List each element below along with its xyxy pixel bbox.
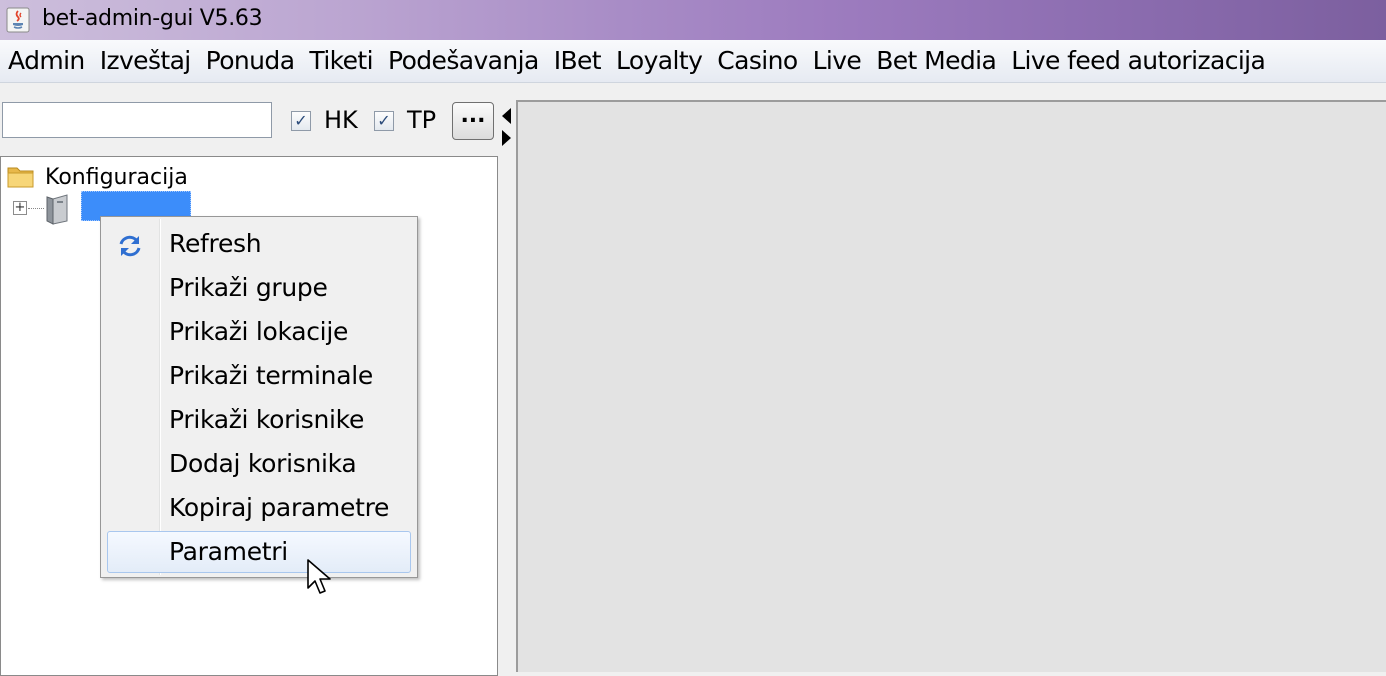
menu-bet-media[interactable]: Bet Media xyxy=(868,40,1003,82)
java-icon[interactable] xyxy=(6,7,30,33)
title-bar: bet-admin-gui V5.63 xyxy=(0,0,1386,40)
menu-izvestaj[interactable]: Izveštaj xyxy=(92,40,198,82)
menu-refresh-label: Refresh xyxy=(169,229,262,258)
tree-expander[interactable]: + xyxy=(13,201,27,215)
menu-parametri[interactable]: Parametri xyxy=(107,531,411,573)
menu-refresh[interactable]: Refresh xyxy=(107,223,411,265)
menu-admin[interactable]: Admin xyxy=(0,40,92,82)
refresh-icon xyxy=(119,235,141,257)
menu-loyalty[interactable]: Loyalty xyxy=(608,40,709,82)
hk-label: HK xyxy=(324,106,358,134)
menu-podesavanja[interactable]: Podešavanja xyxy=(380,40,546,82)
menu-kopiraj-parametre-label: Kopiraj parametre xyxy=(169,493,390,522)
menu-live[interactable]: Live xyxy=(805,40,869,82)
menu-ponuda[interactable]: Ponuda xyxy=(198,40,302,82)
tree-root-label: Konfiguracija xyxy=(45,165,188,190)
menu-prikazi-terminale[interactable]: Prikaži terminale xyxy=(107,355,411,397)
menu-prikazi-korisnike[interactable]: Prikaži korisnike xyxy=(107,399,411,441)
mouse-pointer-icon xyxy=(307,559,331,594)
tp-label: TP xyxy=(407,106,437,134)
filter-toolbar: ✓ HK ✓ TP ... xyxy=(0,96,500,152)
search-input[interactable] xyxy=(2,102,272,138)
menu-ibet[interactable]: IBet xyxy=(546,40,608,82)
content-panel xyxy=(516,100,1386,672)
split-pane-divider[interactable] xyxy=(498,96,516,672)
window-title: bet-admin-gui V5.63 xyxy=(42,6,263,31)
tp-checkbox[interactable]: ✓ xyxy=(374,111,394,131)
more-button[interactable]: ... xyxy=(452,102,494,140)
menu-dodaj-korisnika[interactable]: Dodaj korisnika xyxy=(107,443,411,485)
menu-kopiraj-parametre[interactable]: Kopiraj parametre xyxy=(107,487,411,529)
menu-tiketi[interactable]: Tiketi xyxy=(301,40,380,82)
menu-live-feed-autorizacija[interactable]: Live feed autorizacija xyxy=(1003,40,1272,82)
menu-prikazi-grupe[interactable]: Prikaži grupe xyxy=(107,267,411,309)
menu-parametri-label: Parametri xyxy=(169,537,288,566)
folder-icon xyxy=(7,167,34,188)
menu-prikazi-lokacije[interactable]: Prikaži lokacije xyxy=(107,311,411,353)
menu-dodaj-korisnika-label: Dodaj korisnika xyxy=(169,449,357,478)
server-icon xyxy=(46,194,68,225)
menu-bar: Admin Izveštaj Ponuda Tiketi Podešavanja… xyxy=(0,40,1386,83)
menu-prikazi-lokacije-label: Prikaži lokacije xyxy=(169,317,349,346)
menu-prikazi-terminale-label: Prikaži terminale xyxy=(169,361,373,390)
expand-right-icon[interactable] xyxy=(502,130,511,146)
menu-prikazi-grupe-label: Prikaži grupe xyxy=(169,273,328,302)
tree-connector xyxy=(28,208,44,209)
context-menu: Refresh Prikaži grupe Prikaži lokacije P… xyxy=(100,216,418,578)
hk-checkbox[interactable]: ✓ xyxy=(291,111,311,131)
collapse-left-icon[interactable] xyxy=(502,108,511,124)
menu-casino[interactable]: Casino xyxy=(709,40,804,82)
menu-prikazi-korisnike-label: Prikaži korisnike xyxy=(169,405,365,434)
